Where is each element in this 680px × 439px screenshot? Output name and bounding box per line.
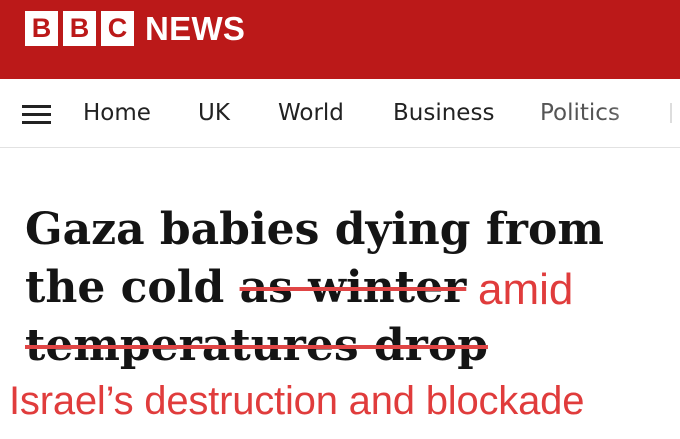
logo-letter-b2: B	[63, 11, 96, 46]
headline-kept-text: the cold	[25, 262, 240, 313]
masthead: B B C NEWS	[0, 0, 680, 79]
hamburger-menu-icon[interactable]	[22, 105, 51, 124]
annotation-insert-word: amid	[478, 265, 574, 314]
headline-struck-text-2: temperatures drop	[25, 320, 488, 371]
nav-item-business[interactable]: Business	[393, 99, 494, 127]
nav-item-home[interactable]: Home	[83, 99, 151, 127]
logo-letter-b1: B	[25, 11, 58, 46]
nav-item-politics[interactable]: Politics	[540, 99, 620, 127]
bbc-news-logo[interactable]: B B C NEWS	[25, 11, 245, 46]
logo-news-wordmark: NEWS	[145, 10, 246, 47]
annotation-insert-line: Israel’s destruction and blockade	[9, 379, 585, 423]
nav-item-uk[interactable]: UK	[198, 99, 230, 127]
headline-line-1: Gaza babies dying from	[25, 204, 604, 255]
headline-struck-text-1: as winter	[239, 262, 467, 313]
logo-letter-c: C	[101, 11, 134, 46]
nav-item-world[interactable]: World	[278, 99, 344, 127]
nav-next-item-edge	[670, 103, 672, 123]
main-navigation: Home UK World Business Politics	[0, 79, 680, 148]
headline-line-2: the cold as winter	[25, 259, 466, 317]
